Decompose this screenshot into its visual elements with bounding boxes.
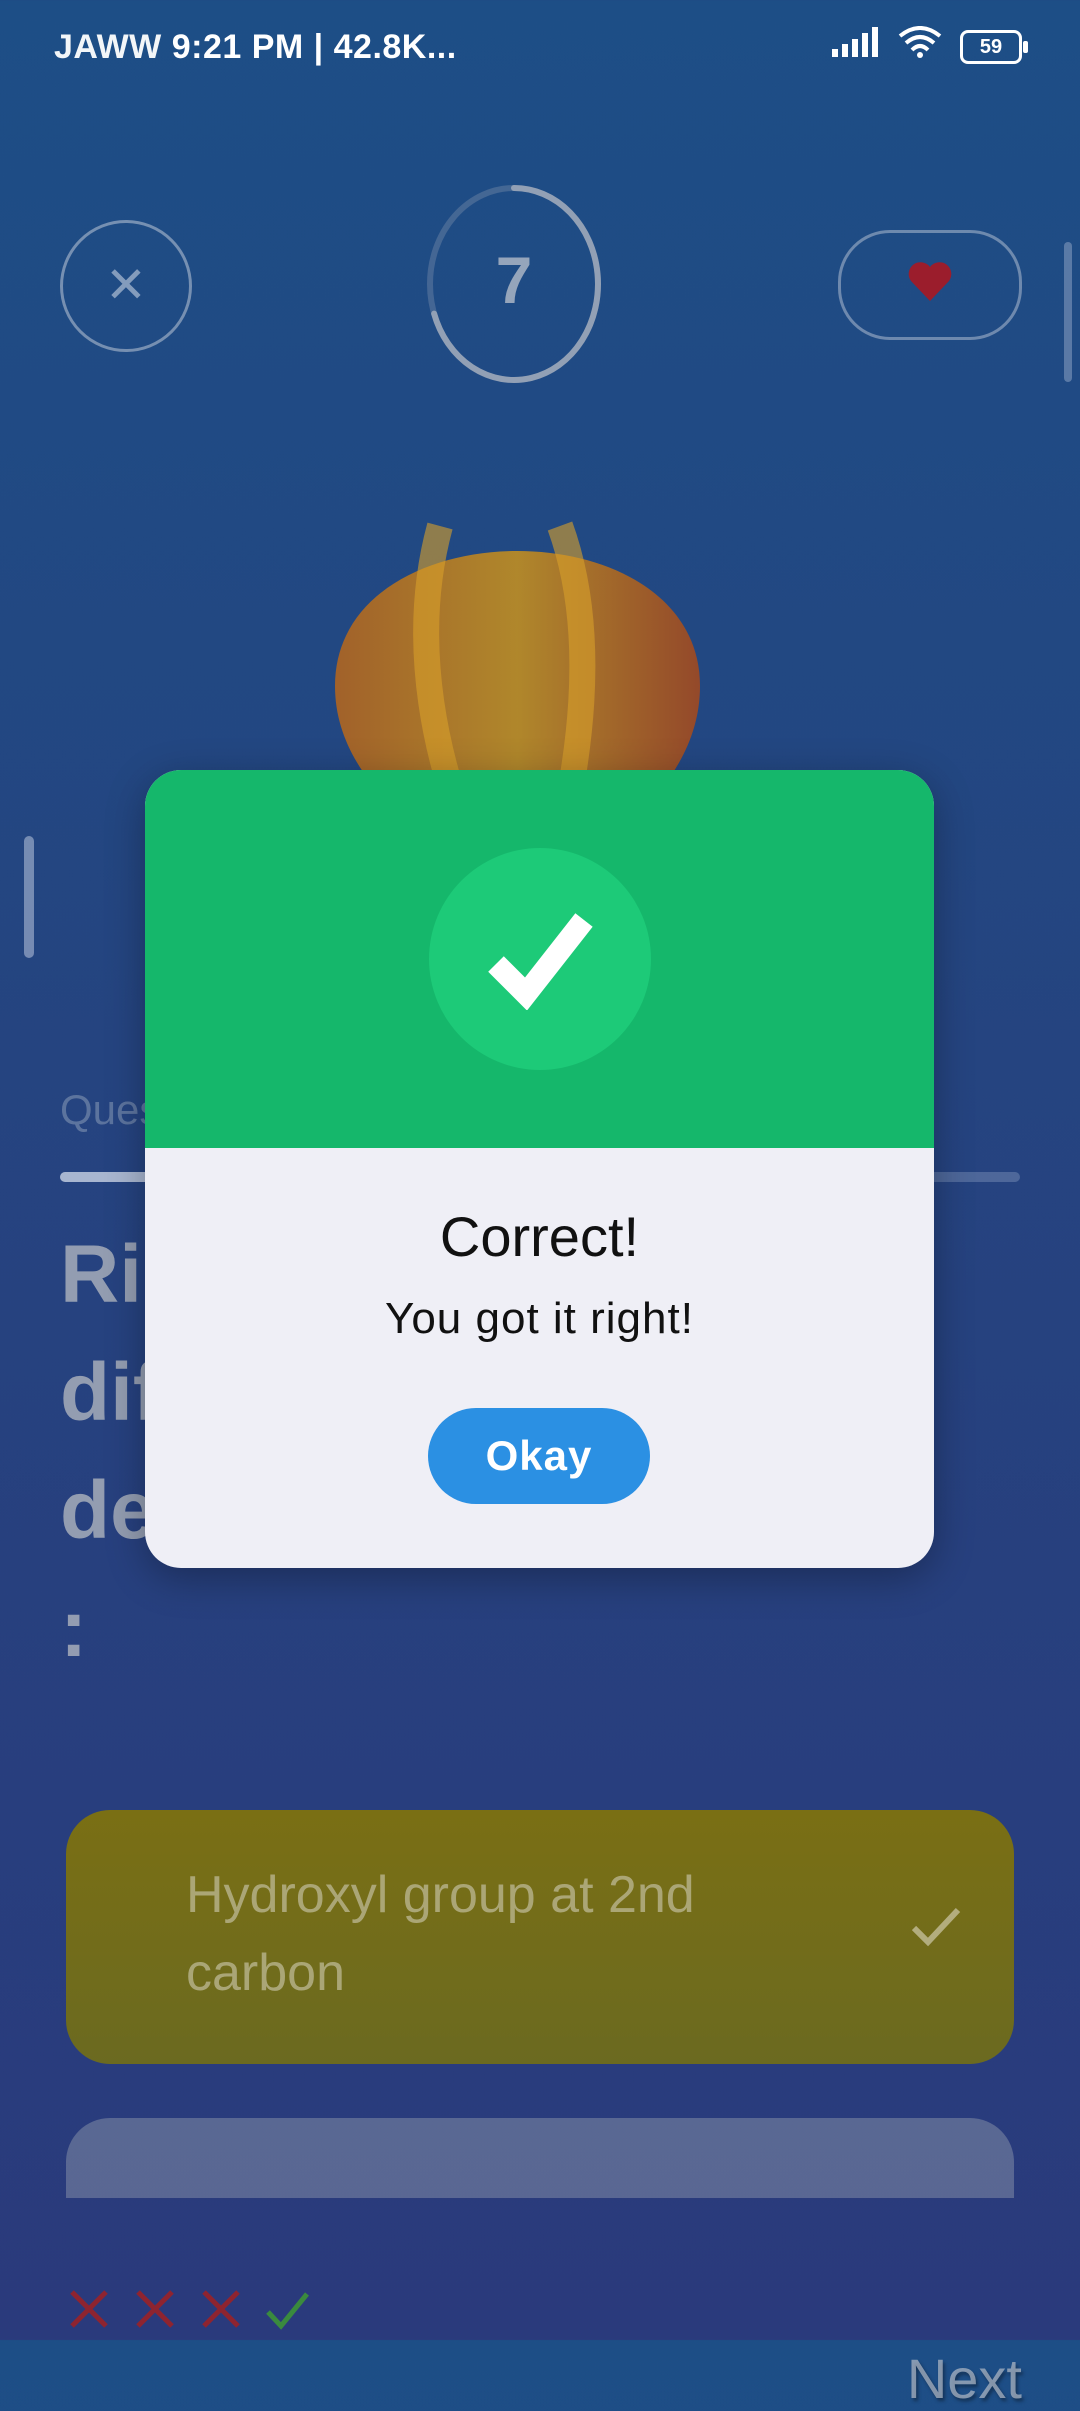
attempt-history xyxy=(66,2286,310,2332)
dialog-header xyxy=(145,770,934,1148)
correct-answer-dialog: Correct! You got it right! Okay xyxy=(145,770,934,1568)
dialog-title: Correct! xyxy=(439,1205,640,1268)
status-left: JAWW 9:21 PM | 42.8K... xyxy=(54,28,457,67)
checkmark-icon xyxy=(911,1907,961,1947)
carrier-label: JAWW xyxy=(54,28,162,66)
close-icon: ✕ xyxy=(105,257,147,313)
drag-handle[interactable] xyxy=(24,836,34,958)
heart-icon xyxy=(908,262,952,301)
timer-value: 7 xyxy=(495,243,533,317)
answer-option-1[interactable]: Hydroxyl group at 2nd carbon xyxy=(66,1810,1014,2064)
signal-icon xyxy=(830,27,880,66)
status-bar: JAWW 9:21 PM | 42.8K... 59 xyxy=(0,0,1080,96)
answer-option-2[interactable] xyxy=(66,2118,1014,2198)
answer-option-1-label: Hydroxyl group at 2nd carbon xyxy=(186,1866,695,2002)
okay-button[interactable]: Okay xyxy=(428,1408,650,1504)
attempt-wrong-icon xyxy=(70,2290,108,2328)
close-button[interactable]: ✕ xyxy=(60,220,192,352)
dialog-message: You got it right! xyxy=(385,1294,694,1343)
wifi-icon xyxy=(898,26,942,67)
status-icons: 59 xyxy=(830,26,1028,67)
battery-icon: 59 xyxy=(960,29,1028,64)
success-badge xyxy=(429,848,651,1070)
check-icon xyxy=(488,913,593,1010)
attempt-correct-icon xyxy=(266,2292,309,2330)
lives-badge[interactable] xyxy=(838,230,1022,340)
scroll-indicator xyxy=(1064,242,1072,382)
time-and-speed: 9:21 PM | 42.8K... xyxy=(171,28,457,66)
attempt-wrong-icon xyxy=(136,2290,174,2328)
next-button[interactable]: Next xyxy=(907,2346,1022,2411)
attempt-wrong-icon xyxy=(202,2290,240,2328)
